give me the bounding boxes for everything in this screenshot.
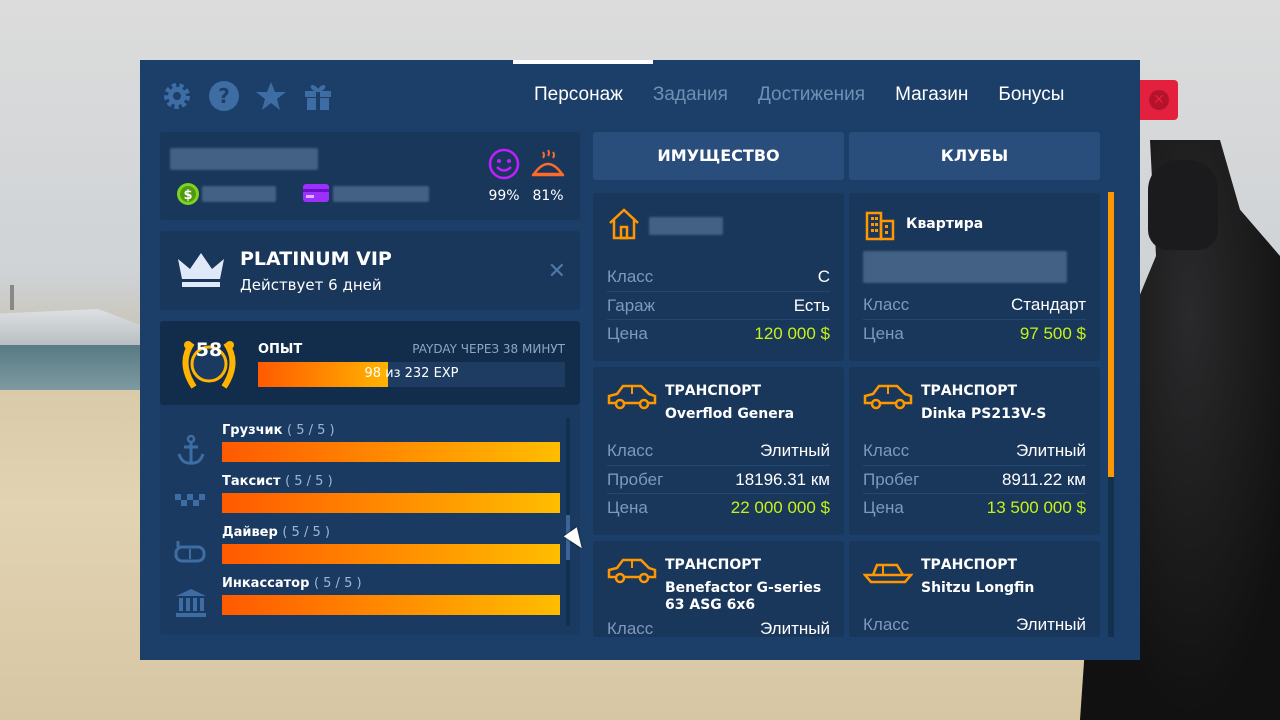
property-scrollbar-thumb[interactable]: [1108, 192, 1114, 477]
skill-name: Дайвер ( 5 / 5 ): [222, 525, 330, 540]
cash-amount-redacted: [202, 186, 276, 202]
main-tabs: Персонаж Задания Достижения Магазин Бону…: [534, 84, 1094, 106]
list-item: Грузчик ( 5 / 5 ): [160, 423, 580, 473]
house-icon: [607, 207, 641, 241]
player-name-redacted: [170, 148, 318, 170]
tab-achievements[interactable]: Достижения: [758, 84, 865, 106]
property-address-redacted: [649, 217, 723, 235]
car-icon: [863, 381, 913, 415]
table-row: Класс Элитный: [863, 615, 1086, 634]
exp-progress-bar: 98 из 232 EXP: [258, 362, 565, 387]
vehicle-name: Benefactor G-series 63 ASG 6x6: [665, 580, 822, 613]
profile-card: $ 99% 81%: [160, 132, 580, 220]
vehicle-card[interactable]: ТРАНСПОРТ Shitzu Longfin Класс Элитный: [849, 541, 1100, 637]
table-row: Пробег 18196.31 км: [607, 465, 830, 493]
table-row: Класс Элитный: [607, 619, 830, 637]
happiness-value: 99%: [488, 188, 520, 204]
quick-icons: ?: [160, 78, 334, 114]
crown-icon: [176, 251, 226, 291]
property-address-redacted: [863, 251, 1067, 283]
property-card-apartment[interactable]: Квартира Класс Стандарт Цена 97 500 $: [849, 193, 1100, 361]
food-icon: [531, 149, 565, 177]
smile-icon: [488, 148, 520, 180]
bank-amount-redacted: [333, 186, 429, 202]
gear-icon[interactable]: [160, 78, 193, 114]
boat-icon: [862, 555, 914, 589]
star-icon[interactable]: [254, 78, 287, 114]
skill-progress-bar: [222, 544, 560, 564]
bank-icon: [174, 586, 208, 620]
table-row: Класс Стандарт: [863, 295, 1086, 314]
tab-bonuses[interactable]: Бонусы: [998, 84, 1064, 106]
svg-text:$: $: [183, 188, 192, 203]
car-icon: [607, 555, 657, 589]
skill-name: Грузчик ( 5 / 5 ): [222, 423, 335, 438]
background-character-head: [1148, 160, 1218, 250]
property-card-house[interactable]: Класс C Гараж Есть Цена 120 000 $: [593, 193, 844, 361]
table-row: Цена 97 500 $: [863, 319, 1086, 347]
vehicle-card[interactable]: ТРАНСПОРТ Benefactor G-series 63 ASG 6x6…: [593, 541, 844, 637]
close-button[interactable]: ✕: [1140, 80, 1178, 120]
hunger-stat: 81%: [530, 148, 566, 204]
vehicle-type: ТРАНСПОРТ: [665, 383, 762, 399]
property-type: Квартира: [906, 216, 984, 232]
table-row: Пробег 8911.22 км: [863, 465, 1086, 493]
exp-progress-text: 98 из 232 EXP: [364, 366, 459, 381]
vip-duration: Действует 6 дней: [240, 276, 382, 294]
vehicle-type: ТРАНСПОРТ: [921, 557, 1018, 573]
vehicle-type: ТРАНСПОРТ: [921, 383, 1018, 399]
hunger-value: 81%: [532, 188, 564, 204]
gift-icon[interactable]: [301, 78, 334, 114]
vip-title: PLATINUM VIP: [240, 248, 392, 270]
vehicle-name: Overflod Genera: [665, 406, 795, 422]
table-row: Гараж Есть: [607, 291, 830, 319]
active-tab-indicator: [513, 60, 653, 64]
happiness-stat: 99%: [486, 148, 522, 204]
vehicle-type: ТРАНСПОРТ: [665, 557, 762, 573]
list-item: Таксист ( 5 / 5 ): [160, 474, 580, 524]
vehicle-card[interactable]: ТРАНСПОРТ Dinka PS213V-S Класс Элитный Пр…: [849, 367, 1100, 535]
list-item: Инкассатор ( 5 / 5 ): [160, 576, 580, 626]
experience-card: 58 ОПЫТ PAYDAY ЧЕРЕЗ 38 МИНУТ 98 из 232 …: [160, 321, 580, 405]
skills-list: Грузчик ( 5 / 5 ) Таксист ( 5 / 5 ) Дайв…: [160, 405, 580, 635]
skill-name: Инкассатор ( 5 / 5 ): [222, 576, 362, 591]
background-yacht: [0, 309, 140, 345]
exp-label: ОПЫТ: [258, 342, 303, 357]
help-icon[interactable]: ?: [207, 78, 240, 114]
svg-text:?: ?: [218, 84, 230, 108]
skill-progress-bar: [222, 493, 560, 513]
vip-dismiss-icon[interactable]: ✕: [548, 259, 566, 284]
vehicle-card[interactable]: ТРАНСПОРТ Overflod Genera Класс Элитный П…: [593, 367, 844, 535]
diving-mask-icon: [174, 535, 208, 569]
skill-progress-bar: [222, 442, 560, 462]
anchor-icon: [174, 433, 208, 467]
building-icon: [863, 207, 897, 241]
vip-card: PLATINUM VIP Действует 6 дней ✕: [160, 231, 580, 310]
tab-shop[interactable]: Магазин: [895, 84, 968, 106]
table-row: Цена 120 000 $: [607, 319, 830, 347]
tab-tasks[interactable]: Задания: [653, 84, 728, 106]
level-number: 58: [195, 339, 223, 361]
tab-property[interactable]: ИМУЩЕСТВО: [593, 132, 844, 180]
car-icon: [607, 381, 657, 415]
list-item: Дайвер ( 5 / 5 ): [160, 525, 580, 575]
table-row: Класс C: [607, 267, 830, 286]
cash-icon: $: [176, 182, 200, 206]
skill-progress-bar: [222, 595, 560, 615]
table-row: Цена 22 000 000 $: [607, 493, 830, 521]
taxi-icon: [174, 484, 208, 518]
vehicle-name: Dinka PS213V-S: [921, 406, 1047, 422]
background-yacht-mast: [10, 285, 14, 310]
table-row: Цена 13 500 000 $: [863, 493, 1086, 521]
close-icon: ✕: [1149, 90, 1169, 110]
vehicle-name: Shitzu Longfin: [921, 580, 1035, 596]
bank-card-icon: [303, 184, 329, 202]
tab-character[interactable]: Персонаж: [534, 84, 623, 106]
payday-timer: PAYDAY ЧЕРЕЗ 38 МИНУТ: [412, 342, 565, 356]
table-row: Класс Элитный: [863, 441, 1086, 460]
skill-name: Таксист ( 5 / 5 ): [222, 474, 333, 489]
table-row: Класс Элитный: [607, 441, 830, 460]
tab-clubs[interactable]: КЛУБЫ: [849, 132, 1100, 180]
